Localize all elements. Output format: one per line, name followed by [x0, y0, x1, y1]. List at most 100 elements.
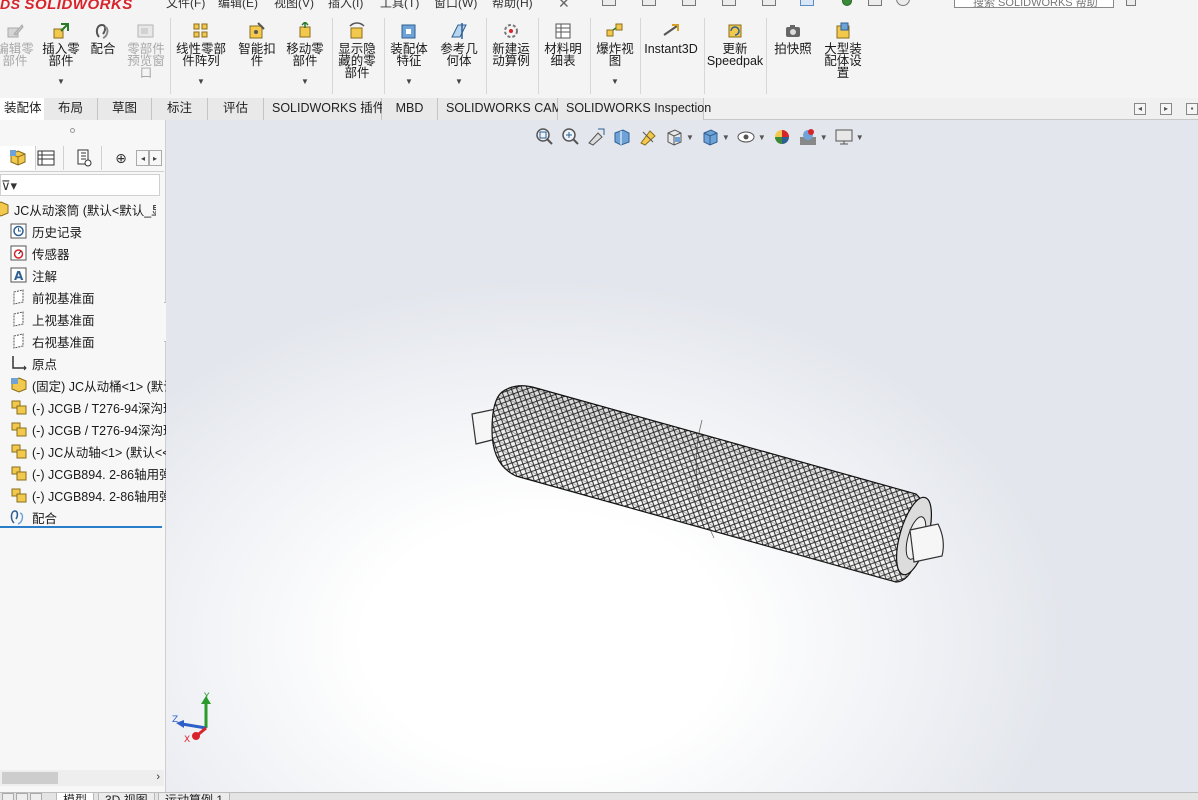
options-gear-icon[interactable]: [896, 0, 910, 6]
large-assembly-settings-button[interactable]: 大型装 配体设 置: [820, 16, 866, 96]
take-snapshot-button[interactable]: 拍快照: [770, 16, 816, 96]
menu-view[interactable]: 视图(V): [274, 0, 314, 11]
menu-pin-close-icon[interactable]: ✕: [558, 0, 570, 12]
linear-pattern-dropdown-icon[interactable]: ▼: [197, 76, 205, 88]
scroll-right-arrow-icon[interactable]: ›: [156, 771, 160, 783]
right-shaft-end[interactable]: [909, 523, 944, 563]
show-hidden-components-button[interactable]: 显示隐 藏的零 部件: [334, 16, 380, 96]
tab-evaluate[interactable]: 评估: [208, 98, 264, 120]
assembly-icon: [0, 201, 10, 217]
menu-insert[interactable]: 插入(I): [328, 0, 363, 11]
print-icon[interactable]: [722, 0, 736, 6]
search-help-input[interactable]: 搜索 SOLIDWORKS 帮助: [954, 0, 1114, 8]
tree-horizontal-scrollbar[interactable]: ›: [0, 770, 164, 786]
tab-solidworks-cam[interactable]: SOLIDWORKS CAM: [438, 98, 562, 120]
tabs-menu-icon[interactable]: ▪: [1186, 103, 1198, 115]
insert-component-label: 插入零 部件: [42, 42, 80, 68]
file-properties-icon[interactable]: [868, 0, 882, 6]
user-icon[interactable]: [1126, 0, 1136, 6]
configuration-manager-tab[interactable]: [66, 146, 102, 170]
rebuild-icon[interactable]: [842, 0, 852, 6]
tab-layout[interactable]: 布局: [44, 98, 98, 120]
tree-item-label: 历史记录: [32, 225, 83, 240]
feature-tree-filter[interactable]: ⊽▾: [0, 174, 160, 196]
tabs-scroll-left-icon[interactable]: ◂: [1134, 103, 1146, 115]
command-manager-ribbon: 编辑零 部件 插入零 部件 ▼ 配合 零部件 预览窗 口 线性零部 件阵列 ▼ …: [0, 16, 1198, 98]
tree-item-part[interactable]: (固定) JC从动桶<1> (默认<<默认>_显示状态 1>): [10, 374, 174, 396]
menu-edit[interactable]: 编辑(E): [218, 0, 258, 11]
menu-window[interactable]: 窗口(W): [434, 0, 477, 11]
command-manager-tabs: 装配体 布局 草图 标注 评估 SOLIDWORKS 插件 MBD SOLIDW…: [0, 98, 1198, 120]
menu-file[interactable]: 文件(F): [166, 0, 205, 11]
tree-item-retaining-ring-1[interactable]: (-) JCGB894. 2-86轴用弹性挡圈<1>: [10, 462, 174, 484]
tree-root-assembly[interactable]: JC从动滚筒 (默认<默认_显示状态-1>): [0, 198, 156, 220]
panel-grip-handle[interactable]: [70, 128, 75, 133]
smart-fasteners-button[interactable]: 智能扣 件: [234, 16, 280, 96]
assembly-features-dropdown-icon[interactable]: ▼: [405, 76, 413, 88]
tree-item-right-plane[interactable]: 右视基准面: [10, 330, 174, 352]
property-manager-tab[interactable]: [28, 146, 64, 170]
tree-item-mates[interactable]: 配合: [10, 506, 174, 528]
exploded-view-button[interactable]: 爆炸视 图 ▼: [592, 16, 638, 96]
mate-button[interactable]: 配合: [86, 16, 120, 96]
tree-item-top-plane[interactable]: 上视基准面: [10, 308, 174, 330]
next-tab-icon[interactable]: [30, 793, 42, 800]
tree-item-annotations[interactable]: A 注解: [10, 264, 174, 286]
graphics-area[interactable]: ▼ ▼ ▼ ▼ ▼ Y Z X: [166, 120, 1198, 792]
tab-model[interactable]: 模型: [56, 793, 95, 800]
new-motion-study-button[interactable]: 新建运 动算例: [488, 16, 534, 96]
tree-item-bearing-1[interactable]: (-) JCGB / T276-94深沟球轴承<1>: [10, 396, 174, 418]
tab-motion-study-1[interactable]: 运动算例 1: [158, 793, 231, 800]
new-document-icon[interactable]: [602, 0, 616, 6]
menu-help[interactable]: 帮助(H): [492, 0, 533, 11]
instant3d-button[interactable]: Instant3D: [642, 16, 700, 96]
bill-of-materials-button[interactable]: 材料明 细表: [540, 16, 586, 96]
tab-solidworks-addins[interactable]: SOLIDWORKS 插件: [264, 98, 385, 120]
tab-mbd[interactable]: MBD: [382, 98, 438, 120]
tree-item-shaft[interactable]: (-) JC从动轴<1> (默认<<默认>_显示状态 1>): [10, 440, 174, 462]
linear-pattern-icon: [192, 22, 210, 40]
roller-3d-model[interactable]: [166, 120, 1198, 792]
tab-solidworks-inspection[interactable]: SOLIDWORKS Inspection: [558, 98, 711, 120]
tabs-scroll-right-icon[interactable]: ▸: [1160, 103, 1172, 115]
tree-item-history[interactable]: 历史记录: [10, 220, 174, 242]
assembly-features-button[interactable]: 装配体 特征 ▼: [386, 16, 432, 96]
tree-item-sensors[interactable]: 传感器: [10, 242, 174, 264]
plane-icon: [10, 311, 28, 327]
roller-drum-body[interactable]: [491, 385, 926, 583]
ribbon-separator: [590, 18, 591, 94]
tree-item-front-plane[interactable]: 前视基准面: [10, 286, 174, 308]
exploded-view-dropdown-icon[interactable]: ▼: [611, 76, 619, 88]
tab-assembly[interactable]: 装配体: [0, 98, 51, 120]
reference-geometry-button[interactable]: 参考几 何体 ▼: [436, 16, 482, 96]
tab-markup[interactable]: 标注: [152, 98, 208, 120]
solidworks-logo[interactable]: DS SOLIDWORKS: [0, 0, 133, 14]
move-component-dropdown-icon[interactable]: ▼: [301, 76, 309, 88]
linear-pattern-button[interactable]: 线性零部 件阵列 ▼: [172, 16, 230, 96]
dimxpert-tab[interactable]: ⊕: [106, 146, 136, 170]
reference-geometry-dropdown-icon[interactable]: ▼: [455, 76, 463, 88]
insert-component-button[interactable]: 插入零 部件 ▼: [38, 16, 84, 96]
previous-tab-icon[interactable]: [16, 793, 28, 800]
move-component-button[interactable]: 移动零 部件 ▼: [282, 16, 328, 96]
save-icon[interactable]: [682, 0, 696, 6]
insert-component-dropdown-icon[interactable]: ▼: [57, 76, 65, 88]
tree-item-label: 右视基准面: [32, 335, 95, 350]
tab-sketch[interactable]: 草图: [98, 98, 152, 120]
menu-tools[interactable]: 工具(T): [380, 0, 419, 11]
edit-component-button[interactable]: 编辑零 部件: [0, 16, 36, 96]
tree-item-origin[interactable]: 原点: [10, 352, 174, 374]
first-tab-icon[interactable]: [2, 793, 14, 800]
insert-component-icon: [52, 22, 70, 40]
panel-tabs-scroll-right-icon[interactable]: ▸: [148, 150, 162, 166]
tab-3d-views[interactable]: 3D 视图: [98, 793, 155, 800]
update-speedpak-button[interactable]: 更新 Speedpak: [706, 16, 764, 96]
select-icon[interactable]: [800, 0, 814, 6]
scrollbar-thumb[interactable]: [2, 772, 58, 784]
component-preview-button[interactable]: 零部件 预览窗 口: [124, 16, 168, 96]
open-document-icon[interactable]: [642, 0, 656, 6]
undo-icon[interactable]: [762, 0, 776, 6]
filter-funnel-icon[interactable]: ⊽▾: [1, 178, 17, 194]
tree-item-bearing-2[interactable]: (-) JCGB / T276-94深沟球轴承<2>: [10, 418, 174, 440]
tree-item-retaining-ring-2[interactable]: (-) JCGB894. 2-86轴用弹性挡圈<2>: [10, 484, 174, 506]
